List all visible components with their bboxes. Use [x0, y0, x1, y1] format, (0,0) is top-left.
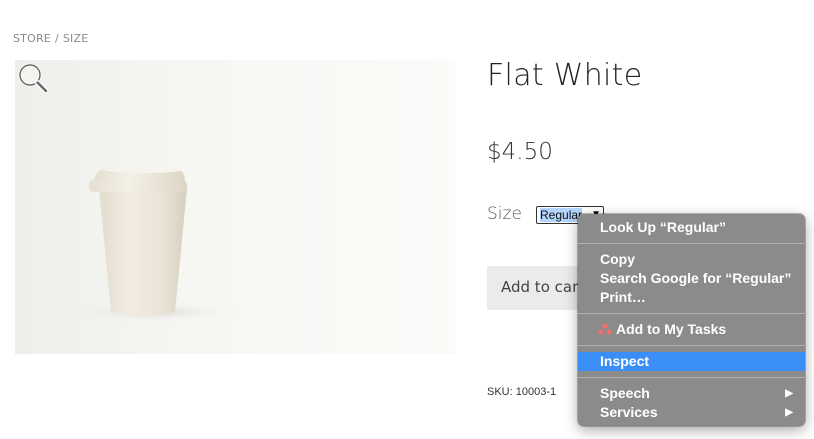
- menu-item-label: Add to My Tasks: [616, 321, 727, 337]
- menu-item-speech[interactable]: Speech ▶: [578, 384, 805, 403]
- menu-item-label: Inspect: [600, 353, 650, 369]
- context-menu: Look Up “Regular” Copy Search Google for…: [578, 214, 805, 426]
- submenu-arrow-icon: ▶: [785, 388, 793, 399]
- menu-item-services[interactable]: Services ▶: [578, 403, 805, 422]
- menu-separator: [578, 313, 805, 314]
- menu-item-label: Search Google for “Regular”: [600, 270, 792, 286]
- menu-item-search-google[interactable]: Search Google for “Regular”: [578, 269, 805, 288]
- sku-text: SKU: 10003-1: [487, 386, 557, 398]
- menu-item-label: Print…: [600, 289, 646, 305]
- size-select-value: Regular: [540, 208, 583, 222]
- product-title: Flat White: [487, 58, 643, 93]
- coffee-cup-photo: [75, 167, 235, 322]
- menu-separator: [578, 377, 805, 378]
- breadcrumb-current: SIZE: [62, 32, 89, 45]
- breadcrumb-separator: /: [54, 32, 59, 45]
- magnifier-icon[interactable]: [15, 60, 51, 96]
- menu-item-inspect[interactable]: Inspect: [578, 352, 805, 371]
- product-image[interactable]: [15, 60, 456, 354]
- menu-item-print[interactable]: Print…: [578, 288, 805, 307]
- menu-item-label: Services: [600, 404, 658, 420]
- menu-separator: [578, 345, 805, 346]
- asana-icon: [598, 323, 612, 335]
- menu-item-label: Look Up “Regular”: [600, 219, 727, 235]
- menu-separator: [578, 243, 805, 244]
- menu-item-label: Copy: [600, 251, 635, 267]
- size-label: Size: [487, 204, 522, 224]
- breadcrumb: STORE / SIZE: [13, 32, 88, 45]
- breadcrumb-store-link[interactable]: STORE: [13, 32, 51, 45]
- menu-item-copy[interactable]: Copy: [578, 250, 805, 269]
- menu-item-label: Speech: [600, 385, 650, 401]
- submenu-arrow-icon: ▶: [785, 407, 793, 418]
- product-price: $4.50: [487, 139, 553, 165]
- menu-item-add-to-my-tasks[interactable]: Add to My Tasks: [578, 320, 805, 339]
- menu-item-look-up[interactable]: Look Up “Regular”: [578, 218, 805, 237]
